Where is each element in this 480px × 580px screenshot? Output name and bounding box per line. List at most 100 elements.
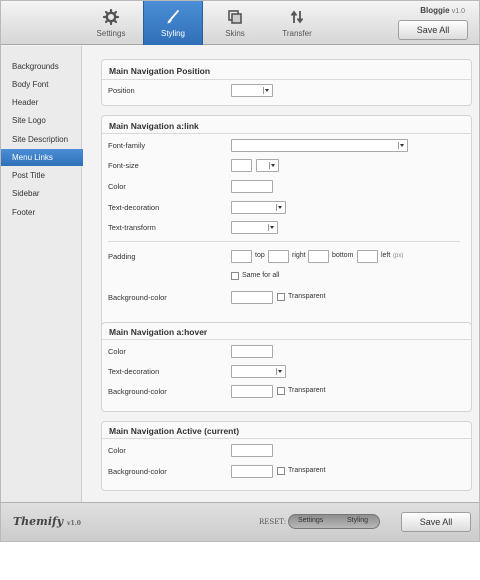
tab-skins-label: Skins xyxy=(225,29,245,38)
section-title: Main Navigation a:link xyxy=(109,121,199,131)
app-window: Settings Styling Skins Transfer Bloggie xyxy=(0,0,480,542)
chevron-down-icon xyxy=(269,162,276,169)
color-input[interactable] xyxy=(231,180,273,193)
text-transform-select[interactable] xyxy=(231,221,278,234)
reset-toggle: Settings Styling xyxy=(288,514,380,529)
section-divider xyxy=(102,79,471,80)
tab-transfer[interactable]: Transfer xyxy=(267,1,327,45)
section-nav-link: Main Navigation a:link Font-family Font-… xyxy=(101,115,472,355)
sidebar-item-post-title[interactable]: Post Title xyxy=(1,167,82,184)
sidebar-item-menu-links[interactable]: Menu Links xyxy=(1,149,93,166)
padding-top-label: top xyxy=(255,252,265,259)
section-nav-hover: Main Navigation a:hover Color Text-decor… xyxy=(101,322,472,412)
active-background-color-label: Background-color xyxy=(108,467,167,476)
font-size-label: Font-size xyxy=(108,161,139,170)
tab-settings[interactable]: Settings xyxy=(81,1,141,45)
same-for-all-checkbox[interactable] xyxy=(231,272,239,280)
section-nav-position: Main Navigation Position Position xyxy=(101,59,472,106)
background-color-input[interactable] xyxy=(231,291,273,304)
section-title: Main Navigation Active (current) xyxy=(109,426,240,436)
chevron-down-icon xyxy=(268,224,275,231)
field-divider xyxy=(108,241,460,242)
reset-styling-button[interactable]: Styling xyxy=(347,517,368,524)
text-transform-label: Text-transform xyxy=(108,223,156,232)
sidebar-item-backgrounds[interactable]: Backgrounds xyxy=(1,58,82,75)
section-title: Main Navigation a:hover xyxy=(109,327,208,337)
padding-bottom-label: bottom xyxy=(332,252,354,259)
arrows-icon xyxy=(290,10,304,24)
section-nav-active: Main Navigation Active (current) Color B… xyxy=(101,421,472,491)
tab-skins[interactable]: Skins xyxy=(205,1,265,45)
hover-text-decoration-label: Text-decoration xyxy=(108,367,160,376)
hover-color-label: Color xyxy=(108,347,126,356)
gear-icon xyxy=(102,9,120,25)
section-divider xyxy=(102,438,471,439)
section-title: Main Navigation Position xyxy=(109,66,211,76)
footer-save-all-button[interactable]: Save All xyxy=(401,512,471,532)
position-label: Position xyxy=(108,86,135,95)
sidebar-item-site-logo[interactable]: Site Logo xyxy=(1,112,82,129)
sidebar: Backgrounds Body Font Header Site Logo S… xyxy=(1,46,93,502)
section-divider xyxy=(102,339,471,340)
hover-transparent-checkbox[interactable] xyxy=(277,387,285,395)
hover-transparent-label: Transparent xyxy=(288,387,326,394)
font-family-select[interactable] xyxy=(231,139,408,152)
logo-text: Themify xyxy=(13,515,64,528)
layers-icon xyxy=(228,10,242,24)
reset-settings-button[interactable]: Settings xyxy=(298,517,323,524)
background-color-label: Background-color xyxy=(108,293,167,302)
chevron-down-icon xyxy=(398,142,405,149)
hover-background-color-label: Background-color xyxy=(108,387,167,396)
chevron-down-icon xyxy=(276,204,283,211)
padding-unit: (px) xyxy=(393,253,404,259)
text-decoration-select[interactable] xyxy=(231,201,286,214)
sidebar-item-header[interactable]: Header xyxy=(1,94,82,111)
themify-logo: Themify v1.0 xyxy=(13,515,81,528)
color-label: Color xyxy=(108,182,126,191)
transparent-label: Transparent xyxy=(288,293,326,300)
padding-right-label: right xyxy=(292,252,306,259)
tab-styling[interactable]: Styling xyxy=(143,1,203,45)
footer-bar: Themify v1.0 RESET: Settings Styling Sav… xyxy=(1,502,479,541)
padding-left-label: left xyxy=(381,252,391,259)
position-select[interactable] xyxy=(231,84,273,97)
hover-text-decoration-select[interactable] xyxy=(231,365,286,378)
active-background-color-input[interactable] xyxy=(231,465,273,478)
font-size-input[interactable] xyxy=(231,159,252,172)
section-divider xyxy=(102,133,471,134)
chevron-down-icon xyxy=(263,87,270,94)
padding-left-input[interactable] xyxy=(357,250,378,263)
sidebar-item-site-description[interactable]: Site Description xyxy=(1,131,82,148)
sidebar-item-sidebar[interactable]: Sidebar xyxy=(1,185,82,202)
logo-version: v1.0 xyxy=(66,520,81,527)
tab-styling-label: Styling xyxy=(160,29,185,38)
brand-title: Bloggie v1.0 xyxy=(420,6,465,15)
padding-top-input[interactable] xyxy=(231,250,252,263)
brand-name: Bloggie xyxy=(420,6,450,15)
active-color-input[interactable] xyxy=(231,444,273,457)
font-family-label: Font-family xyxy=(108,141,146,150)
main-content: Main Navigation Position Position Main N… xyxy=(83,46,479,502)
top-toolbar: Settings Styling Skins Transfer Bloggie xyxy=(1,1,479,45)
same-for-all-label: Same for all xyxy=(242,272,280,279)
sidebar-item-body-font[interactable]: Body Font xyxy=(1,76,82,93)
padding-right-input[interactable] xyxy=(268,250,289,263)
transparent-checkbox[interactable] xyxy=(277,293,285,301)
active-transparent-label: Transparent xyxy=(288,467,326,474)
tab-transfer-label: Transfer xyxy=(282,29,312,38)
active-color-label: Color xyxy=(108,446,126,455)
text-decoration-label: Text-decoration xyxy=(108,203,160,212)
tab-settings-label: Settings xyxy=(96,29,126,38)
brush-icon xyxy=(167,10,179,24)
padding-bottom-input[interactable] xyxy=(308,250,329,263)
reset-label: RESET: xyxy=(259,518,287,526)
padding-label: Padding xyxy=(108,252,136,261)
hover-color-input[interactable] xyxy=(231,345,273,358)
active-transparent-checkbox[interactable] xyxy=(277,467,285,475)
brand-version: v1.0 xyxy=(451,8,465,15)
save-all-button[interactable]: Save All xyxy=(398,20,468,40)
font-size-unit-select[interactable] xyxy=(256,159,279,172)
sidebar-item-footer[interactable]: Footer xyxy=(1,204,82,221)
chevron-down-icon xyxy=(276,368,283,375)
hover-background-color-input[interactable] xyxy=(231,385,273,398)
